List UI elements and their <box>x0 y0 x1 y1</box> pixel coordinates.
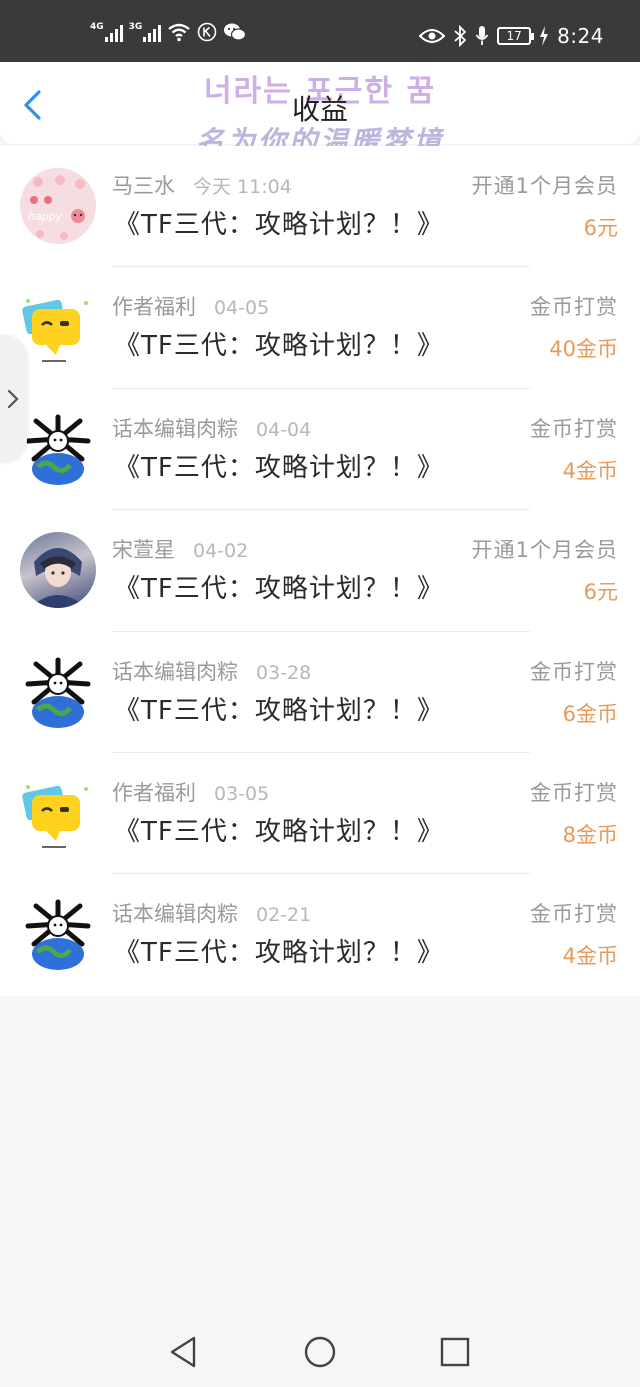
avatar <box>20 532 96 609</box>
income-amount: 6金币 <box>562 701 618 726</box>
back-triangle-icon[interactable] <box>166 1335 200 1369</box>
earnings-list: happy 马三水 今天 11:04 《TF三代：攻略计划？！》 开通1个月会员 … <box>0 146 640 996</box>
system-nav-bar <box>0 1315 640 1387</box>
book-title: 《TF三代：攻略计划？！》 <box>114 938 444 969</box>
income-type: 金币打赏 <box>530 659 618 684</box>
income-type: 开通1个月会员 <box>471 174 618 198</box>
signal-icon-2: 3G <box>128 22 162 42</box>
sender-line: 话本编辑肉粽 03-28 <box>112 656 311 686</box>
avatar <box>20 289 96 366</box>
income-amount: 4金币 <box>562 458 618 483</box>
clock: 8:24 <box>557 24 604 48</box>
status-left: 4G 3G <box>90 22 247 42</box>
income-type: 金币打赏 <box>530 416 618 441</box>
book-title: 《TF三代：攻略计划？！》 <box>114 816 444 847</box>
list-item[interactable]: 作者福利 04-05 《TF三代：攻略计划？！》 金币打赏 40金币 <box>0 267 640 389</box>
network-label-1: 4G <box>90 22 104 32</box>
sender-name: 话本编辑肉粽 <box>112 902 238 927</box>
income-type: 开通1个月会员 <box>471 538 618 563</box>
list-item[interactable]: 话本编辑肉粽 03-28 《TF三代：攻略计划？！》 金币打赏 6金币 <box>0 632 640 753</box>
chevron-right-icon <box>7 389 19 409</box>
sender-line: 宋萱星 04-02 <box>112 534 248 564</box>
item-date: 今天 11:04 <box>193 176 292 198</box>
income-type: 金币打赏 <box>530 295 618 320</box>
income-amount: 4金币 <box>562 944 618 969</box>
book-title: 《TF三代：攻略计划？！》 <box>114 574 444 605</box>
sender-name: 作者福利 <box>112 295 196 320</box>
side-drawer-handle[interactable] <box>0 335 27 463</box>
sender-line: 话本编辑肉粽 02-21 <box>112 898 311 928</box>
book-title: 《TF三代：攻略计划？！》 <box>114 695 444 726</box>
wifi-icon <box>168 23 191 42</box>
signal-icon: 4G <box>90 22 123 42</box>
bluetooth-icon <box>454 25 467 47</box>
list-item[interactable]: happy 马三水 今天 11:04 《TF三代：攻略计划？！》 开通1个月会员 … <box>0 146 640 268</box>
home-circle-icon[interactable] <box>303 1335 337 1369</box>
sender-name: 作者福利 <box>112 780 196 805</box>
avatar <box>20 653 96 730</box>
k-icon <box>198 22 217 42</box>
sender-line: 马三水 今天 11:04 <box>112 170 292 200</box>
item-date: 03-05 <box>214 782 270 805</box>
list-item[interactable]: 宋萱星 04-02 《TF三代：攻略计划？！》 开通1个月会员 6元 <box>0 510 640 632</box>
sender-name: 宋萱星 <box>112 538 175 563</box>
income-type: 金币打赏 <box>530 780 618 805</box>
list-item[interactable]: 话本编辑肉粽 02-21 《TF三代：攻略计划？！》 金币打赏 4金币 <box>0 874 640 995</box>
list-item[interactable]: 作者福利 03-05 《TF三代：攻略计划？！》 金币打赏 8金币 <box>0 753 640 875</box>
income-amount: 8金币 <box>562 822 618 847</box>
sender-name: 话本编辑肉粽 <box>112 416 238 441</box>
eye-icon <box>419 29 446 43</box>
book-title: 《TF三代：攻略计划？！》 <box>114 331 444 362</box>
income-amount: 6元 <box>583 216 618 240</box>
svg-text:happy: happy <box>28 210 63 223</box>
sender-name: 话本编辑肉粽 <box>112 659 238 684</box>
avatar: happy <box>20 168 96 244</box>
avatar <box>20 410 96 487</box>
list-item[interactable]: 话本编辑肉粽 04-04 《TF三代：攻略计划？！》 金币打赏 4金币 <box>0 389 640 511</box>
item-date: 04-04 <box>256 418 312 441</box>
avatar <box>20 896 96 973</box>
income-amount: 40金币 <box>549 337 618 362</box>
item-date: 04-05 <box>214 297 270 320</box>
status-right: 17 8:24 <box>419 24 604 48</box>
avatar <box>20 774 96 851</box>
sender-line: 作者福利 04-05 <box>112 291 269 321</box>
charging-icon <box>540 26 549 46</box>
sender-line: 话本编辑肉粽 04-04 <box>112 413 311 443</box>
book-title: 《TF三代：攻略计划？！》 <box>114 452 444 483</box>
item-date: 03-28 <box>256 661 312 684</box>
income-amount: 6元 <box>583 580 618 605</box>
sender-line: 作者福利 03-05 <box>112 777 269 807</box>
recents-square-icon[interactable] <box>438 1335 472 1369</box>
item-date: 04-02 <box>193 540 249 563</box>
wechat-icon <box>224 23 247 41</box>
book-title: 《TF三代：攻略计划？！》 <box>114 210 444 240</box>
sender-name: 马三水 <box>112 174 175 198</box>
status-bar: 4G 3G 17 8:24 <box>0 0 640 62</box>
header: 너라는 포근한 꿈 收益 名为你的温暖梦境 <box>0 62 640 158</box>
battery-icon: 17 <box>497 27 535 45</box>
network-label-2: 3G <box>128 22 143 32</box>
mic-icon <box>475 26 489 45</box>
item-date: 02-21 <box>256 904 312 927</box>
income-type: 金币打赏 <box>530 902 618 927</box>
